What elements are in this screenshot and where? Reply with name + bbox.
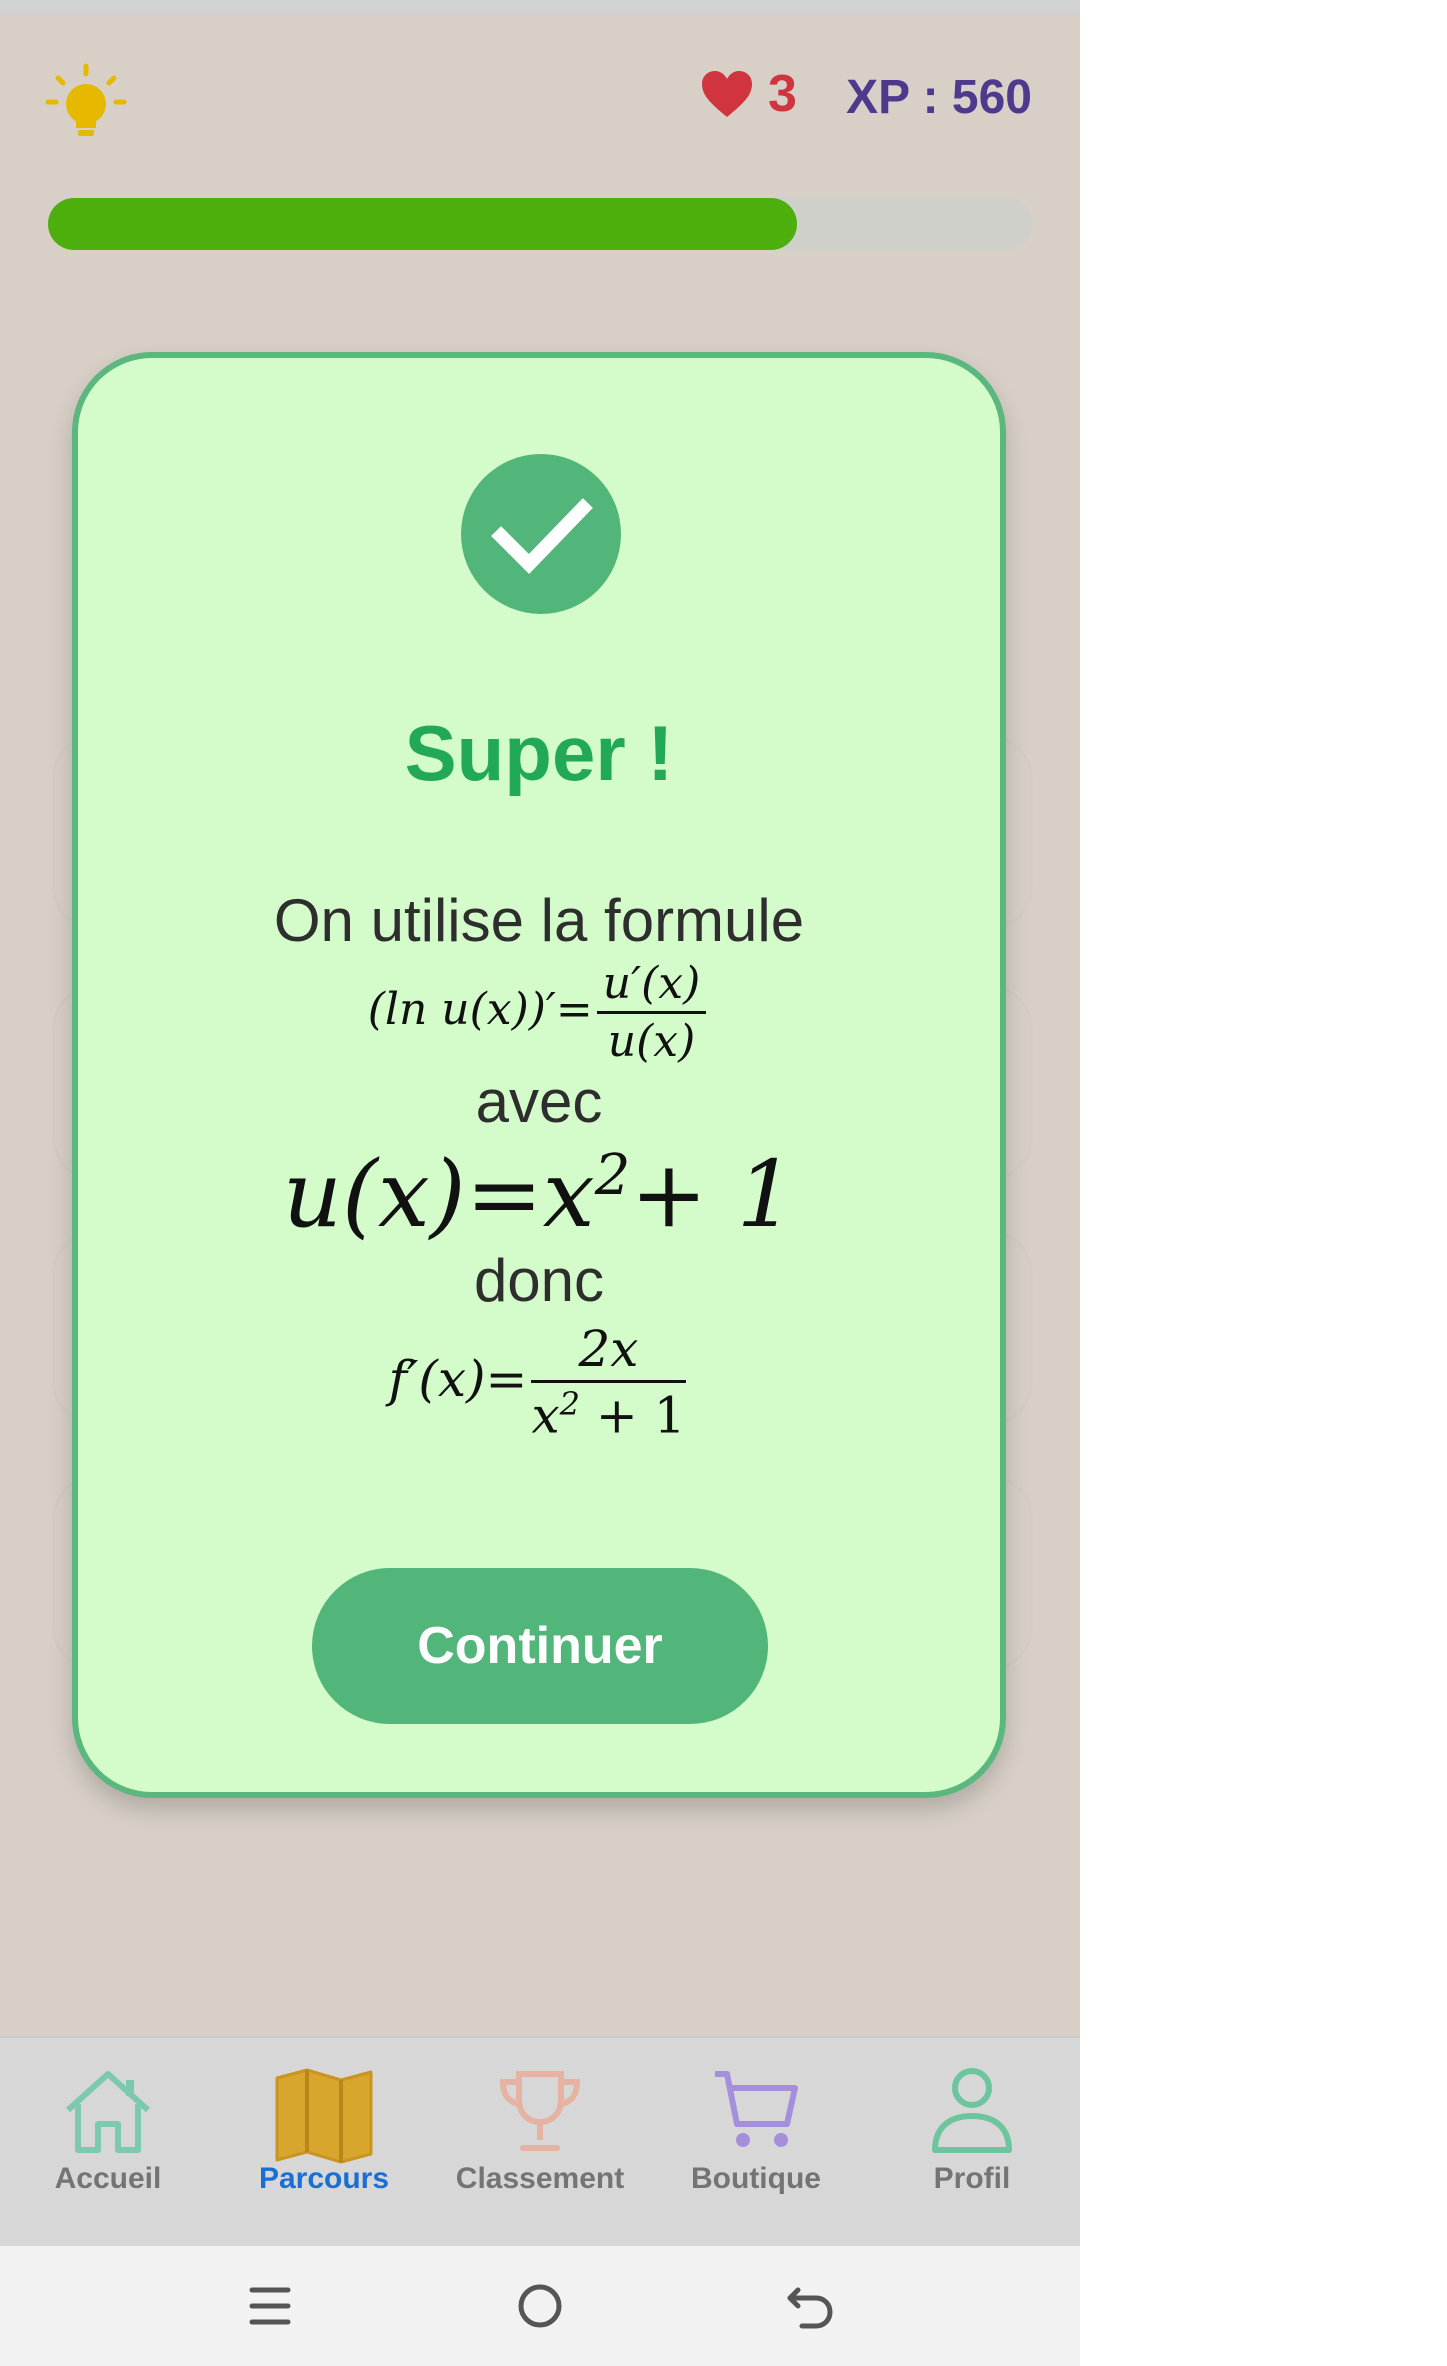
explanation-line: avec xyxy=(475,1068,603,1135)
lives-count: 3 xyxy=(768,65,797,123)
fraction: 2x x2 + 1 xyxy=(531,1320,686,1445)
back-button[interactable] xyxy=(780,2276,840,2336)
cart-icon xyxy=(715,2071,798,2147)
formula-u-definition: u(x)=x2 + 1 xyxy=(78,1141,1000,1248)
nav-item-profil[interactable]: Profil xyxy=(864,2038,1080,2248)
lesson-progress-bar xyxy=(48,198,1033,250)
nav-label: Accueil xyxy=(54,2162,162,2195)
lives-indicator: 3 xyxy=(700,68,797,120)
status-bar xyxy=(0,0,1080,14)
nav-label: Parcours xyxy=(258,2162,390,2195)
fraction-numerator: 2x xyxy=(531,1320,686,1383)
denominator-rest: + 1 xyxy=(580,1386,686,1445)
xp-counter: XP : 560 xyxy=(846,71,1032,124)
dialog-title: Super ! xyxy=(404,709,674,797)
denominator-exponent: 2 xyxy=(559,1385,581,1423)
lesson-progress-fill xyxy=(48,198,797,250)
explanation-line: donc xyxy=(473,1247,605,1314)
back-arrow-icon xyxy=(787,2287,833,2329)
bottom-navigation: Accueil Parcours Classement Boutique Pro… xyxy=(0,2036,1080,2248)
hint-button[interactable] xyxy=(44,62,128,146)
fraction-numerator: u′(x) xyxy=(596,958,707,1014)
home-system-button[interactable] xyxy=(510,2276,570,2336)
system-navigation-bar xyxy=(0,2246,1080,2366)
formula-log-derivative: (ln u(x))′= u′(x) u(x) xyxy=(78,958,1000,1067)
menu-icon xyxy=(249,2287,291,2325)
formula-rest: + 1 xyxy=(630,1141,796,1248)
nav-label: Boutique xyxy=(691,2162,821,2195)
recent-apps-button[interactable] xyxy=(240,2276,300,2336)
fraction: u′(x) u(x) xyxy=(596,958,707,1067)
explanation-line: On utilise la formule xyxy=(273,887,805,954)
explanation: On utilise la formule (ln u(x))′= u′(x) u(… xyxy=(78,888,1000,1445)
success-dialog: Super ! On utilise la formule (ln u(x))′… xyxy=(72,352,1006,1798)
fraction-denominator: u(x) xyxy=(607,1016,696,1067)
trophy-icon xyxy=(499,2071,581,2151)
lightbulb-icon xyxy=(45,63,127,136)
nav-label: Profil xyxy=(933,2162,1011,2195)
heart-icon xyxy=(702,71,752,117)
formula-result: f′(x)= 2x x2 + 1 xyxy=(78,1320,1000,1445)
nav-item-boutique[interactable]: Boutique xyxy=(648,2038,864,2248)
continue-button[interactable]: Continuer xyxy=(312,1568,768,1724)
fraction-denominator: x2 + 1 xyxy=(531,1383,685,1445)
person-icon xyxy=(932,2068,1012,2153)
map-icon xyxy=(275,2068,373,2164)
success-badge xyxy=(461,454,621,614)
nav-item-parcours[interactable]: Parcours xyxy=(216,2038,432,2248)
formula-lhs: (ln u(x))′= xyxy=(367,984,593,1036)
nav-item-accueil[interactable]: Accueil xyxy=(0,2038,216,2248)
nav-label: Classement xyxy=(455,2162,625,2195)
checkmark-icon xyxy=(491,498,593,574)
denominator-base: x xyxy=(531,1386,560,1445)
formula-exponent: 2 xyxy=(594,1143,631,1209)
nav-item-classement[interactable]: Classement xyxy=(432,2038,648,2248)
formula-lhs: u(x)=x xyxy=(282,1141,595,1248)
app-screen: 3 XP : 560 Super ! On utilise la formule… xyxy=(0,0,1080,2366)
circle-icon xyxy=(518,2284,562,2328)
formula-lhs: f′(x)= xyxy=(388,1349,528,1408)
home-icon xyxy=(65,2071,151,2153)
